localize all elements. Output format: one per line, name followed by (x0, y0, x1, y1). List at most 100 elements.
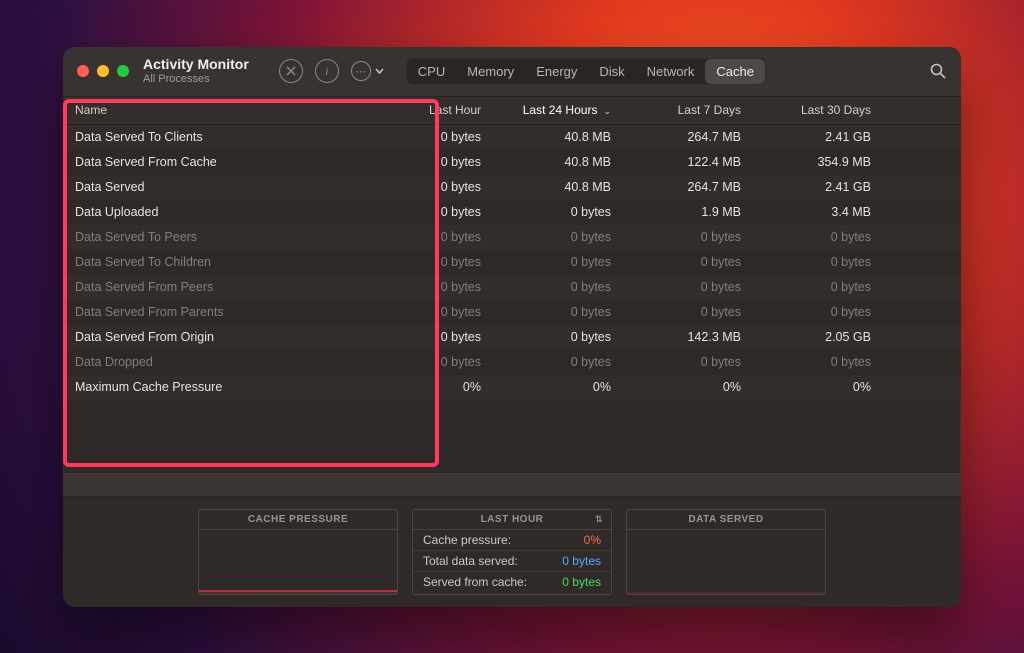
table-row[interactable]: Data Uploaded0 bytes0 bytes1.9 MB3.4 MB (63, 200, 961, 225)
row-value: 0 bytes (633, 305, 763, 319)
row-value: 142.3 MB (633, 330, 763, 344)
search-icon (929, 62, 947, 80)
table-row[interactable]: Data Served To Clients0 bytes40.8 MB264.… (63, 125, 961, 150)
window-subtitle: All Processes (143, 73, 249, 85)
last-hour-panel: LAST HOUR ⇅ Cache pressure: 0% Total data … (412, 509, 612, 595)
panel-title-label: LAST HOUR (481, 514, 544, 525)
row-value: 0 bytes (633, 355, 763, 369)
row-value: 40.8 MB (503, 155, 633, 169)
cache-pressure-graph (199, 530, 397, 594)
info-icon: i (325, 64, 328, 79)
summary-row: Cache pressure: 0% (413, 530, 611, 551)
table-row[interactable]: Data Served From Cache0 bytes40.8 MB122.… (63, 150, 961, 175)
row-value: 0 bytes (503, 330, 633, 344)
row-value: 0 bytes (503, 255, 633, 269)
zoom-window-button[interactable] (117, 65, 129, 77)
ellipsis-icon: ⋯ (351, 61, 371, 81)
row-name: Maximum Cache Pressure (63, 380, 373, 394)
column-header-last-hour[interactable]: Last Hour (373, 103, 503, 117)
row-value: 0 bytes (373, 155, 503, 169)
footer-strip (63, 473, 961, 497)
row-value: 264.7 MB (633, 130, 763, 144)
row-value: 0 bytes (763, 355, 893, 369)
row-value: 1.9 MB (633, 205, 763, 219)
activity-monitor-window: Activity Monitor All Processes i ⋯ CPUMe… (63, 47, 961, 607)
row-value: 0 bytes (373, 305, 503, 319)
row-value: 0 bytes (503, 280, 633, 294)
tab-cpu[interactable]: CPU (407, 59, 456, 84)
row-value: 264.7 MB (633, 180, 763, 194)
table-row[interactable]: Data Served From Origin0 bytes0 bytes142… (63, 325, 961, 350)
table-row[interactable]: Maximum Cache Pressure0%0%0%0% (63, 375, 961, 400)
tab-group: CPUMemoryEnergyDiskNetworkCache (406, 58, 766, 85)
minimize-window-button[interactable] (97, 65, 109, 77)
window-controls (77, 65, 129, 77)
row-name: Data Served To Children (63, 255, 373, 269)
column-header-name[interactable]: Name (63, 103, 373, 117)
panel-title: DATA SERVED (627, 510, 825, 530)
tab-network[interactable]: Network (636, 59, 706, 84)
row-value: 354.9 MB (763, 155, 893, 169)
row-value: 0 bytes (373, 280, 503, 294)
info-button[interactable]: i (315, 59, 339, 83)
row-name: Data Served From Cache (63, 155, 373, 169)
row-value: 40.8 MB (503, 180, 633, 194)
column-header-last-7-days[interactable]: Last 7 Days (633, 103, 763, 117)
row-value: 0 bytes (373, 330, 503, 344)
stop-process-button[interactable] (279, 59, 303, 83)
table-row[interactable]: Data Served From Peers0 bytes0 bytes0 by… (63, 275, 961, 300)
table-row[interactable]: Data Served0 bytes40.8 MB264.7 MB2.41 GB (63, 175, 961, 200)
summary-row: Served from cache:0 bytes (413, 572, 611, 592)
row-value: 0 bytes (763, 230, 893, 244)
tab-disk[interactable]: Disk (588, 59, 635, 84)
summary-row: Total data served:0 bytes (413, 551, 611, 572)
tab-memory[interactable]: Memory (456, 59, 525, 84)
last-hour-values: Cache pressure: 0% Total data served:0 byt… (413, 530, 611, 594)
row-value: 40.8 MB (503, 130, 633, 144)
column-header-label: Last 24 Hours (523, 103, 598, 117)
row-name: Data Uploaded (63, 205, 373, 219)
window-title-block: Activity Monitor All Processes (143, 57, 249, 84)
window-title: Activity Monitor (143, 57, 249, 72)
more-options-button[interactable]: ⋯ (351, 59, 384, 83)
close-window-button[interactable] (77, 65, 89, 77)
row-value: 0 bytes (763, 255, 893, 269)
table-row[interactable]: Data Served To Children0 bytes0 bytes0 b… (63, 250, 961, 275)
search-button[interactable] (929, 62, 947, 80)
table-row[interactable]: Data Served To Peers0 bytes0 bytes0 byte… (63, 225, 961, 250)
tab-energy[interactable]: Energy (525, 59, 588, 84)
table-body: Data Served To Clients0 bytes40.8 MB264.… (63, 125, 961, 473)
toolbar: Activity Monitor All Processes i ⋯ CPUMe… (63, 47, 961, 97)
row-value: 2.41 GB (763, 130, 893, 144)
row-value: 0% (763, 380, 893, 394)
row-value: 0 bytes (633, 280, 763, 294)
table-row[interactable]: Data Dropped0 bytes0 bytes0 bytes0 bytes (63, 350, 961, 375)
row-value: 3.4 MB (763, 205, 893, 219)
summary-key: Cache pressure: (423, 533, 511, 547)
row-value: 0% (503, 380, 633, 394)
data-served-graph (627, 530, 825, 594)
updown-icon: ⇅ (595, 514, 603, 525)
row-name: Data Served To Clients (63, 130, 373, 144)
row-value: 122.4 MB (633, 155, 763, 169)
row-name: Data Served From Origin (63, 330, 373, 344)
row-value: 0 bytes (763, 280, 893, 294)
column-header-last-24-hours[interactable]: Last 24 Hours⌄ (503, 103, 633, 117)
row-value: 0 bytes (763, 305, 893, 319)
row-value: 0 bytes (373, 180, 503, 194)
panel-title: CACHE PRESSURE (199, 510, 397, 530)
row-value: 0 bytes (503, 305, 633, 319)
tab-cache[interactable]: Cache (705, 59, 765, 84)
row-value: 0% (633, 380, 763, 394)
row-value: 0 bytes (503, 230, 633, 244)
row-value: 0% (373, 380, 503, 394)
table-row[interactable]: Data Served From Parents0 bytes0 bytes0 … (63, 300, 961, 325)
column-header-last-30-days[interactable]: Last 30 Days (763, 103, 893, 117)
cache-pressure-panel: CACHE PRESSURE (198, 509, 398, 595)
row-value: 0 bytes (633, 230, 763, 244)
data-served-panel: DATA SERVED (626, 509, 826, 595)
row-name: Data Served From Parents (63, 305, 373, 319)
chevron-down-icon (375, 68, 384, 74)
summary-value: 0% (584, 533, 601, 547)
panel-title[interactable]: LAST HOUR ⇅ (413, 510, 611, 530)
